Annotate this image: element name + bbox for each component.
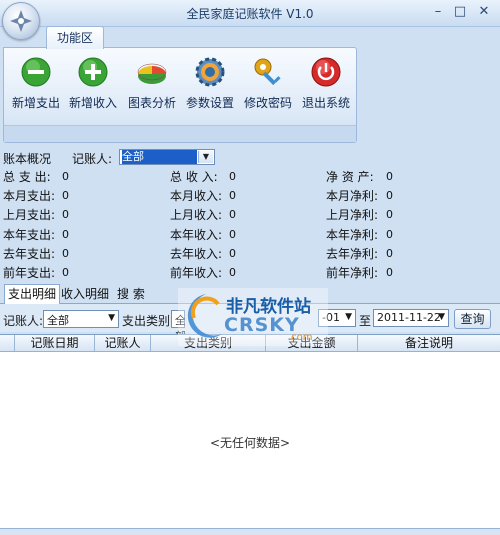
add-expense-label: 新增支出 (11, 96, 60, 110)
tab-income-detail[interactable]: 收入明细 (58, 285, 112, 303)
ribbon-panel: 新增支出 新增收入 图表分析 参数设置 修改密码 退出系统 (3, 47, 357, 143)
stat-value: 0 (62, 247, 69, 260)
exit-button[interactable]: 退出系统 (296, 56, 356, 111)
settings-label: 参数设置 (185, 96, 234, 110)
stat-label: 去年收入: (170, 247, 223, 261)
grid-row-header (0, 335, 15, 351)
overview-bookkeeper-select[interactable]: 全部 ▼ (119, 149, 215, 165)
stat-value: 0 (386, 170, 393, 183)
stat-value: 0 (62, 228, 69, 241)
plus-icon (77, 56, 109, 88)
stat-label: 总 支 出: (3, 170, 51, 184)
minus-icon (20, 56, 52, 88)
watermark-domain: .com (288, 332, 313, 343)
close-button[interactable]: ✕ (474, 3, 494, 21)
overview-bookkeeper-value: 全部 (122, 150, 197, 164)
empty-state: <无任何数据> (209, 436, 291, 450)
title-bar: 全民家庭记账软件 V1.0 – □ ✕ (0, 0, 500, 27)
chart-analysis-button[interactable]: 图表分析 (122, 56, 182, 111)
stat-value: 0 (386, 208, 393, 221)
stat-value: 0 (229, 266, 236, 279)
stat-value: 0 (62, 208, 69, 221)
stat-label: 本月收入: (170, 189, 223, 203)
stat-label: 总 收 入: (170, 170, 218, 184)
stat-value: 0 (229, 228, 236, 241)
stat-value: 0 (229, 208, 236, 221)
column-header-bookkeeper[interactable]: 记账人 (95, 335, 151, 351)
filter-bookkeeper-label: 记账人: (3, 314, 44, 328)
stat-label: 去年净利: (326, 247, 379, 261)
date-to-value: 2011-11-22 (377, 311, 441, 324)
stat-label: 上月支出: (3, 208, 56, 222)
stat-label: 本年支出: (3, 228, 56, 242)
stat-value: 0 (62, 266, 69, 279)
tab-expense-detail[interactable]: 支出明细 (4, 284, 61, 305)
stat-value: 0 (386, 247, 393, 260)
stat-value: 0 (386, 266, 393, 279)
add-income-button[interactable]: 新增收入 (63, 56, 123, 111)
change-password-label: 修改密码 (243, 96, 292, 110)
stat-value: 0 (62, 170, 69, 183)
chevron-down-icon: ▼ (438, 312, 445, 322)
pie-chart-icon (136, 56, 168, 88)
overview-bookkeeper-label: 记账人: (72, 152, 113, 166)
stat-label: 前年收入: (170, 266, 223, 280)
stat-label: 本年收入: (170, 228, 223, 242)
stat-value: 0 (62, 189, 69, 202)
stat-label: 前年净利: (326, 266, 379, 280)
stat-value: 0 (386, 189, 393, 202)
chevron-down-icon: ▼ (108, 313, 115, 323)
filter-bookkeeper-value: 全部 (47, 314, 69, 327)
add-income-label: 新增收入 (68, 96, 117, 110)
date-to-picker[interactable]: 2011-11-22 ▼ (373, 309, 449, 327)
chevron-down-icon: ▼ (198, 151, 213, 163)
stat-label: 前年支出: (3, 266, 56, 280)
ribbon-group-band (4, 125, 356, 142)
maximize-button[interactable]: □ (450, 3, 470, 21)
stat-value: 0 (229, 189, 236, 202)
stat-value: 0 (229, 247, 236, 260)
window-title: 全民家庭记账软件 V1.0 (186, 7, 314, 21)
app-logo-icon (10, 10, 32, 32)
column-header-note[interactable]: 备注说明 (358, 335, 500, 351)
key-icon (252, 56, 284, 88)
tab-function-area[interactable]: 功能区 (46, 26, 104, 49)
filter-category-label: 支出类别: (122, 314, 175, 328)
stat-label: 去年支出: (3, 247, 56, 261)
minimize-button[interactable]: – (428, 3, 448, 21)
stat-label: 本月支出: (3, 189, 56, 203)
filter-bookkeeper-select[interactable]: 全部 ▼ (43, 310, 119, 328)
add-expense-button[interactable]: 新增支出 (6, 56, 66, 111)
stat-value: 0 (386, 228, 393, 241)
power-icon (310, 56, 342, 88)
overview-title: 账本概况 (3, 152, 52, 166)
exit-label: 退出系统 (301, 96, 350, 110)
settings-button[interactable]: 参数设置 (180, 56, 240, 111)
query-button[interactable]: 查询 (454, 309, 491, 329)
chevron-down-icon: ▼ (345, 312, 352, 322)
change-password-button[interactable]: 修改密码 (238, 56, 298, 111)
date-to-label: 至 (359, 314, 372, 328)
gear-icon (194, 56, 226, 88)
stat-label: 净 资 产: (326, 170, 374, 184)
stat-value: 0 (229, 170, 236, 183)
chart-analysis-label: 图表分析 (127, 96, 176, 110)
stat-label: 本月净利: (326, 189, 379, 203)
stat-label: 上月净利: (326, 208, 379, 222)
app-menu-button[interactable] (2, 2, 40, 40)
stat-label: 本年净利: (326, 228, 379, 242)
tab-search[interactable]: 搜 索 (114, 285, 148, 303)
column-header-date[interactable]: 记账日期 (15, 335, 95, 351)
stat-label: 上月收入: (170, 208, 223, 222)
watermark: 非凡软件站 CRSKY .com (178, 288, 328, 346)
